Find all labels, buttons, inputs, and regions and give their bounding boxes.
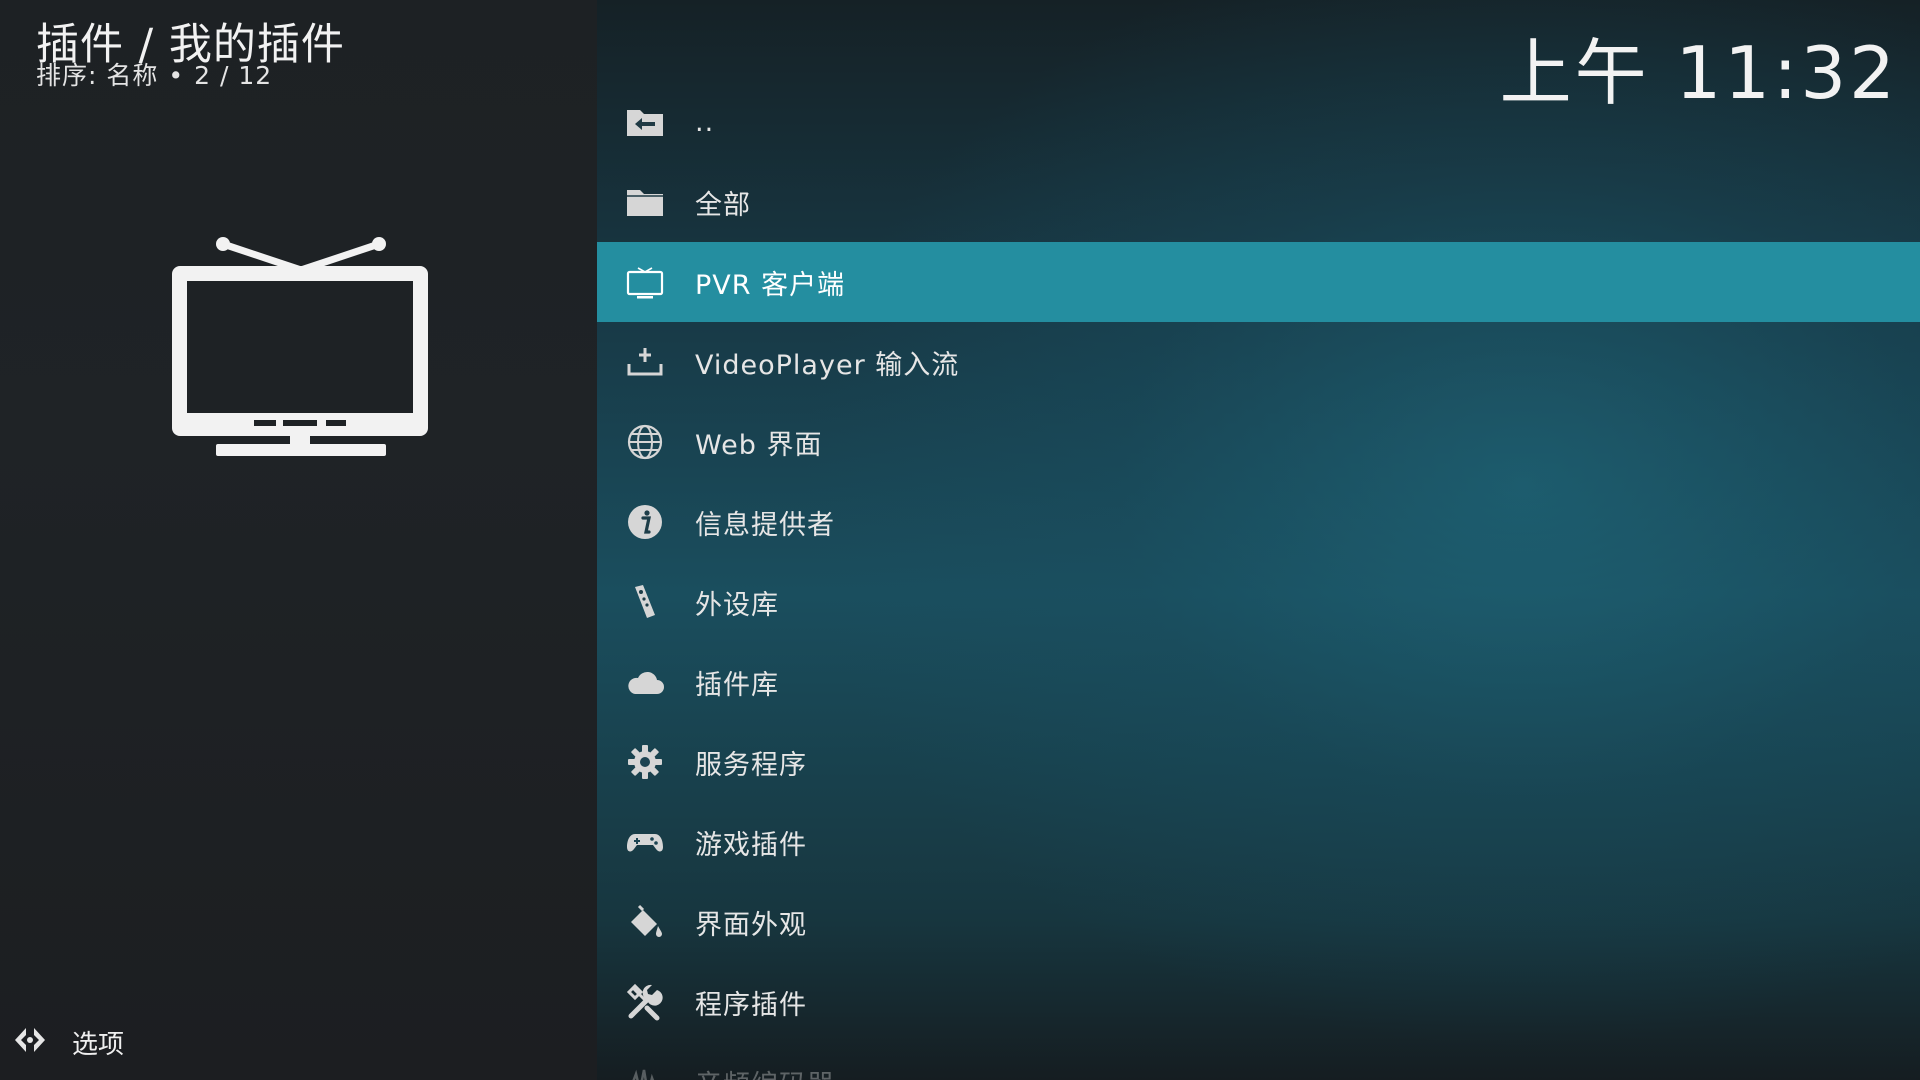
- tv-icon: [623, 260, 667, 304]
- list-item-label: 全部: [695, 189, 751, 221]
- list-item-label: 信息提供者: [695, 509, 835, 541]
- list-item-videoplayer-inputstream[interactable]: VideoPlayer 输入流: [597, 322, 1920, 402]
- list-item-peripheral-libraries[interactable]: 外设库: [597, 562, 1920, 642]
- list-item-label: VideoPlayer 输入流: [695, 349, 960, 381]
- folder-icon: [623, 180, 667, 224]
- sort-label: 排序: 名称: [36, 61, 159, 90]
- list-item-information-providers[interactable]: 信息提供者: [597, 482, 1920, 562]
- list-item-game-addons[interactable]: 游戏插件: [597, 802, 1920, 882]
- audio-waveform-icon: [623, 1060, 667, 1080]
- remote-control-icon: [623, 580, 667, 624]
- sort-separator: •: [168, 61, 185, 90]
- list-item-label: ..: [695, 106, 715, 138]
- options-button[interactable]: 选项: [12, 1022, 124, 1062]
- addon-browser-screen: 插件 / 我的插件 排序: 名称 • 2 / 12 上午 11:32 .. 全部…: [0, 0, 1920, 1080]
- addon-category-list: .. 全部 PVR 客户端 VideoPlayer 输入流 Web 界面 信息提…: [597, 82, 1920, 1080]
- paint-bucket-icon: [623, 900, 667, 944]
- list-item-all[interactable]: 全部: [597, 162, 1920, 242]
- info-icon: [623, 500, 667, 544]
- list-item-label: 游戏插件: [695, 829, 807, 861]
- folder-back-icon: [623, 100, 667, 144]
- list-item-audio-encoders[interactable]: 音频编码器: [597, 1042, 1920, 1080]
- left-info-panel: [0, 0, 597, 1080]
- list-item-label: 服务程序: [695, 749, 807, 781]
- list-item-parent[interactable]: ..: [597, 82, 1920, 162]
- list-item-label: PVR 客户端: [695, 269, 846, 301]
- cloud-icon: [623, 660, 667, 704]
- sort-info: 排序: 名称 • 2 / 12: [36, 56, 272, 92]
- list-item-label: 界面外观: [695, 909, 807, 941]
- list-item-pvr-clients[interactable]: PVR 客户端: [597, 242, 1920, 322]
- globe-icon: [623, 420, 667, 464]
- list-item-addon-repository[interactable]: 插件库: [597, 642, 1920, 722]
- list-item-services[interactable]: 服务程序: [597, 722, 1920, 802]
- gamepad-icon: [623, 820, 667, 864]
- list-item-look-and-feel[interactable]: 界面外观: [597, 882, 1920, 962]
- download-tray-icon: [623, 340, 667, 384]
- list-item-label: 音频编码器: [695, 1063, 835, 1080]
- list-item-label: 插件库: [695, 669, 779, 701]
- list-item-web-interface[interactable]: Web 界面: [597, 402, 1920, 482]
- options-label: 选项: [72, 1029, 125, 1060]
- list-item-label: Web 界面: [695, 429, 823, 461]
- list-item-label: 外设库: [695, 589, 779, 621]
- list-item-program-addons[interactable]: 程序插件: [597, 962, 1920, 1042]
- tv-preview-icon: [170, 236, 430, 458]
- list-item-label: 程序插件: [695, 989, 807, 1021]
- gear-icon: [623, 740, 667, 784]
- options-arrows-icon: [12, 1022, 48, 1062]
- item-position: 2 / 12: [194, 61, 273, 90]
- tools-icon: [623, 980, 667, 1024]
